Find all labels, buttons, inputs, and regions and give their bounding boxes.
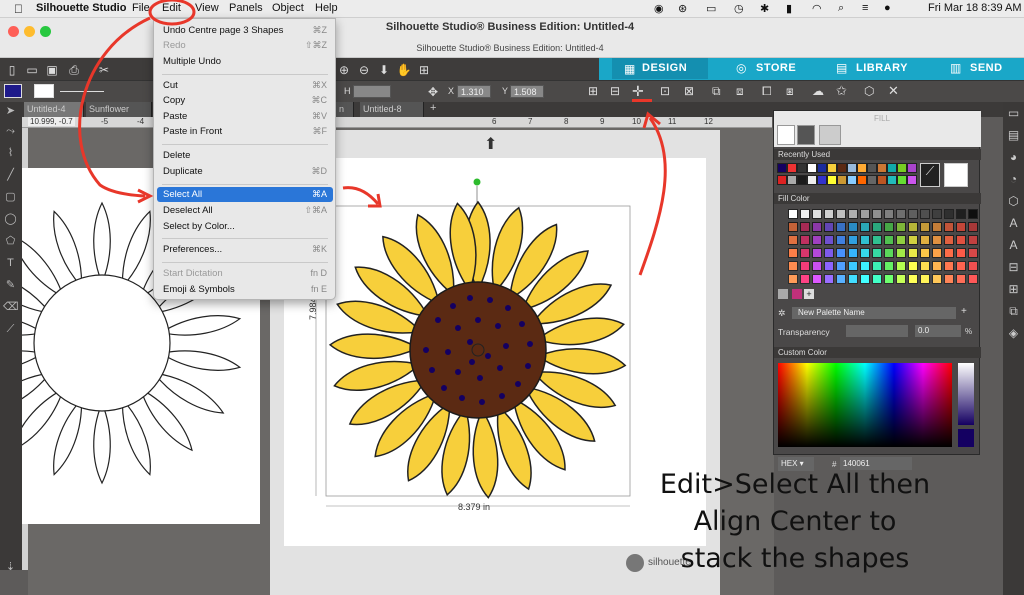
arrow-to-select-all xyxy=(78,16,151,198)
arrow-to-sunflower xyxy=(342,186,380,205)
caption-line: Edit>Select All then xyxy=(659,469,931,500)
screenshot-root:  Silhouette Studio File Edit View Panel… xyxy=(0,0,1024,595)
caption-line: stack the shapes xyxy=(680,543,910,574)
edit-menu-circle xyxy=(148,0,196,26)
caption-line: Align Center to xyxy=(693,506,897,537)
instruction-caption: Edit>Select All then Align Center to sta… xyxy=(640,466,950,577)
arrow-to-align-center xyxy=(638,117,667,276)
